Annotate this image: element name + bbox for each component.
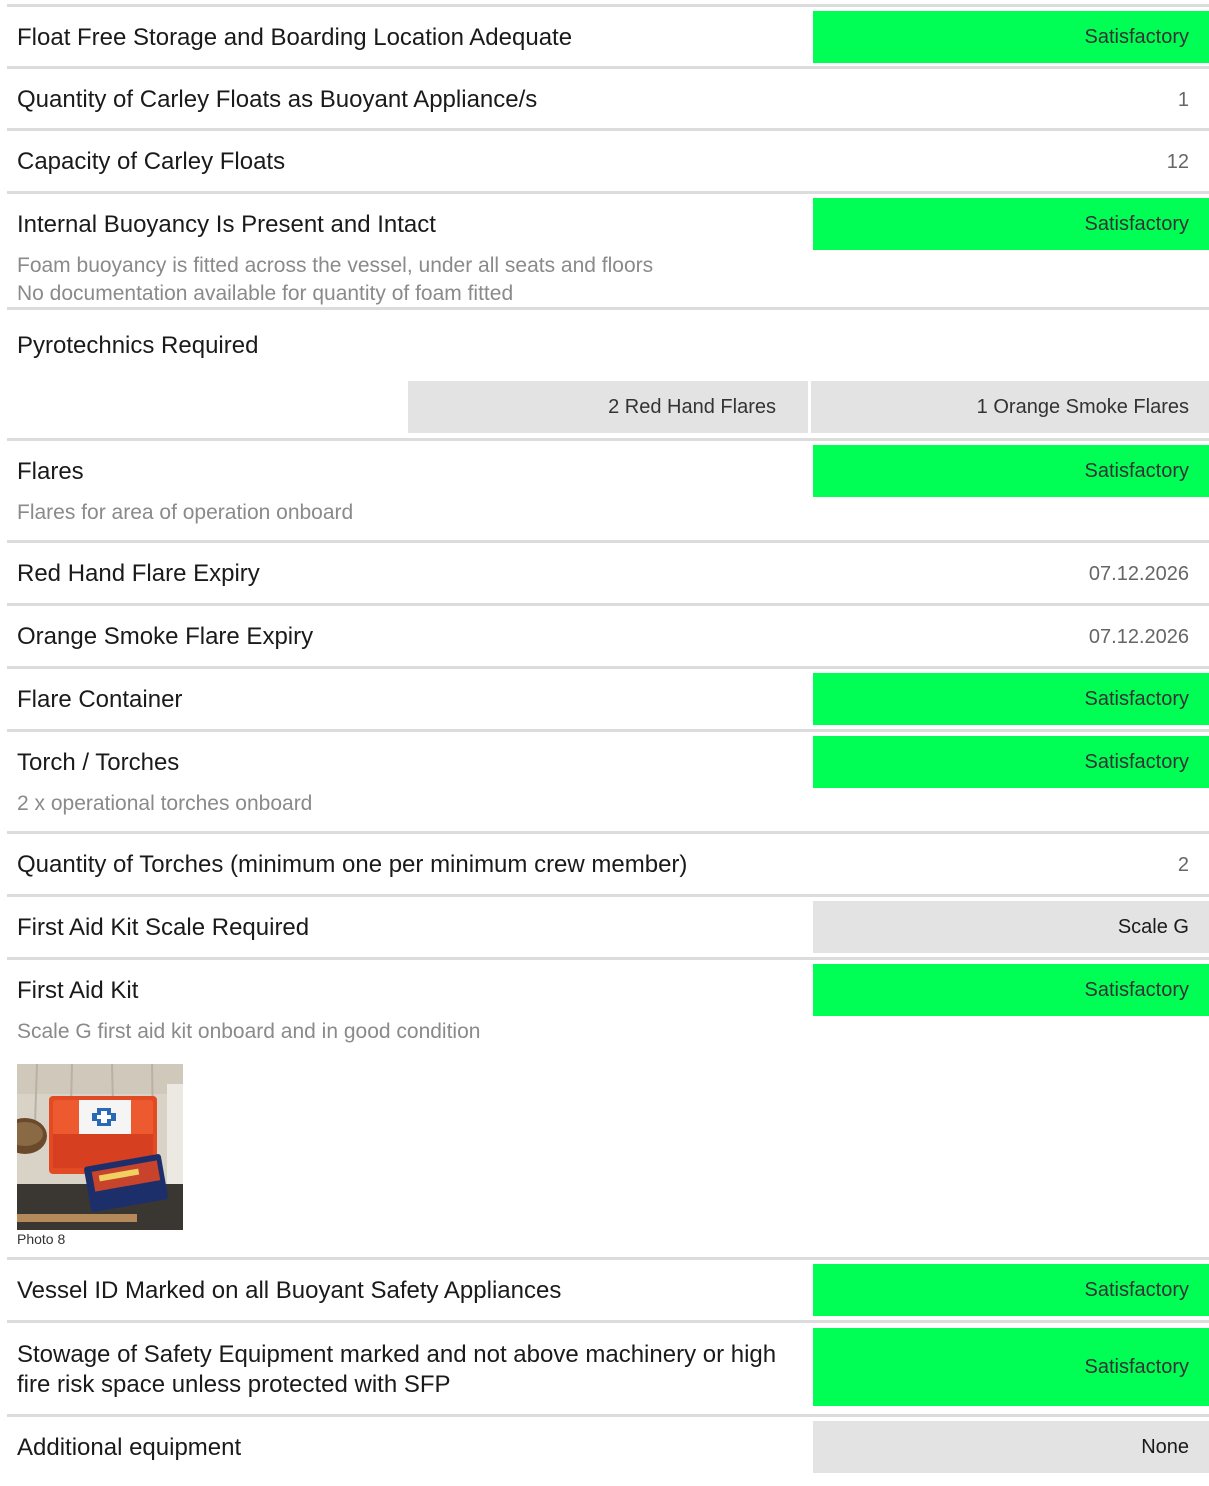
- status-badge: Satisfactory: [813, 198, 1209, 250]
- checklist-row-torches: Torch / Torches Satisfactory 2 x operati…: [7, 732, 1209, 834]
- item-label: Stowage of Safety Equipment marked and n…: [17, 1341, 777, 1398]
- item-value: 1: [1177, 89, 1189, 111]
- item-label: Internal Buoyancy Is Present and Intact: [17, 211, 436, 238]
- checklist-row-additional-equipment: Additional equipment None: [7, 1417, 1209, 1477]
- pyro-orange-smoke-flares-cell: 1 Orange Smoke Flares: [811, 381, 1209, 433]
- item-label: Float Free Storage and Boarding Location…: [17, 24, 573, 51]
- item-label: Flare Container: [17, 686, 183, 713]
- checklist-row-first-aid-kit: First Aid Kit Satisfactory Scale G first…: [7, 960, 1209, 1260]
- status-badge: Scale G: [813, 901, 1209, 953]
- item-note: Scale G first aid kit onboard and in goo…: [17, 1020, 481, 1043]
- checklist-row-first-aid-scale: First Aid Kit Scale Required Scale G: [7, 897, 1209, 960]
- status-badge: Satisfactory: [813, 964, 1209, 1016]
- item-note: Flares for area of operation onboard: [17, 501, 354, 524]
- status-badge: None: [813, 1421, 1209, 1473]
- item-label: Orange Smoke Flare Expiry: [17, 623, 314, 650]
- checklist-row-orange-smoke-flare-expiry: Orange Smoke Flare Expiry 07.12.2026: [7, 606, 1209, 669]
- checklist-row-internal-buoyancy: Internal Buoyancy Is Present and Intact …: [7, 194, 1209, 310]
- item-value: 12: [1166, 151, 1189, 173]
- item-note: Foam buoyancy is fitted across the vesse…: [17, 254, 654, 277]
- photo-caption: Photo 8: [17, 1231, 66, 1247]
- item-label: Capacity of Carley Floats: [17, 148, 286, 175]
- item-value: 2: [1177, 854, 1189, 876]
- status-badge: Satisfactory: [813, 1264, 1209, 1316]
- item-label: Red Hand Flare Expiry: [17, 560, 260, 587]
- pyro-red-hand-flares-cell: 2 Red Hand Flares: [408, 381, 808, 433]
- item-label: Torch / Torches: [17, 749, 180, 776]
- item-label: Quantity of Torches (minimum one per min…: [17, 851, 688, 878]
- checklist-row-carley-float-quantity: Quantity of Carley Floats as Buoyant App…: [7, 69, 1209, 131]
- item-label: Flares: [17, 458, 84, 485]
- checklist-row-pyrotechnics-required: Pyrotechnics Required 2 Red Hand Flares …: [7, 310, 1209, 441]
- checklist-row-flares: Flares Satisfactory Flares for area of o…: [7, 441, 1209, 543]
- checklist-row-float-free-storage: Float Free Storage and Boarding Location…: [7, 7, 1209, 69]
- checklist-row-stowage-safety-equipment: Stowage of Safety Equipment marked and n…: [7, 1323, 1209, 1417]
- item-label: First Aid Kit: [17, 977, 139, 1004]
- item-note: 2 x operational torches onboard: [17, 792, 313, 815]
- status-badge: Satisfactory: [813, 736, 1209, 788]
- status-badge: Satisfactory: [813, 11, 1209, 63]
- status-badge: Satisfactory: [813, 1328, 1209, 1406]
- item-label: Quantity of Carley Floats as Buoyant App…: [17, 86, 538, 113]
- item-label: Additional equipment: [17, 1434, 242, 1461]
- item-note: No documentation available for quantity …: [17, 282, 514, 305]
- status-badge: Satisfactory: [813, 673, 1209, 725]
- item-value: 07.12.2026: [1088, 626, 1189, 648]
- checklist-row-red-hand-flare-expiry: Red Hand Flare Expiry 07.12.2026: [7, 543, 1209, 606]
- checklist-row-vessel-id-marked: Vessel ID Marked on all Buoyant Safety A…: [7, 1260, 1209, 1323]
- item-label: First Aid Kit Scale Required: [17, 914, 310, 941]
- checklist-row-flare-container: Flare Container Satisfactory: [7, 669, 1209, 732]
- item-label: Vessel ID Marked on all Buoyant Safety A…: [17, 1277, 562, 1304]
- first-aid-kit-photo[interactable]: [17, 1064, 183, 1230]
- status-badge: Satisfactory: [813, 445, 1209, 497]
- item-value: 07.12.2026: [1088, 563, 1189, 585]
- checklist-row-torch-quantity: Quantity of Torches (minimum one per min…: [7, 834, 1209, 897]
- item-label: Pyrotechnics Required: [17, 332, 259, 359]
- checklist-row-carley-float-capacity: Capacity of Carley Floats 12: [7, 131, 1209, 194]
